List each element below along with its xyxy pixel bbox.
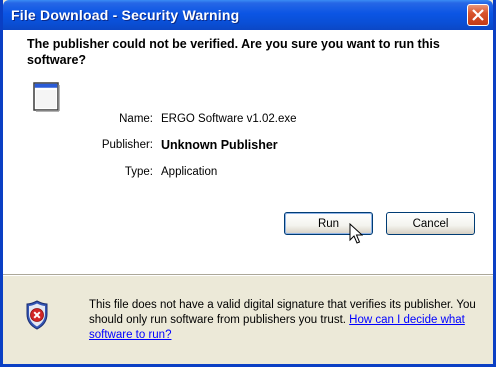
divider bbox=[3, 274, 493, 276]
type-label: Type: bbox=[124, 166, 153, 178]
close-icon bbox=[472, 9, 484, 21]
publisher-label: Publisher: bbox=[101, 139, 153, 151]
cancel-button[interactable]: Cancel bbox=[386, 212, 475, 235]
window-title: File Download - Security Warning bbox=[11, 7, 240, 23]
mouse-cursor-icon bbox=[349, 223, 363, 244]
security-warning-dialog: File Download - Security Warning The pub… bbox=[0, 0, 496, 367]
publisher-value: Unknown Publisher bbox=[161, 138, 278, 152]
name-label: Name: bbox=[119, 113, 153, 125]
security-shield-icon bbox=[26, 300, 48, 330]
warning-message: This file does not have a valid digital … bbox=[89, 298, 489, 343]
headline-text: The publisher could not be verified. Are… bbox=[27, 37, 440, 67]
type-value: Application bbox=[161, 166, 218, 178]
name-value: ERGO Software v1.02.exe bbox=[161, 113, 297, 125]
application-window-icon bbox=[33, 82, 60, 112]
title-bar[interactable]: File Download - Security Warning bbox=[3, 0, 493, 30]
close-button[interactable] bbox=[467, 4, 489, 26]
